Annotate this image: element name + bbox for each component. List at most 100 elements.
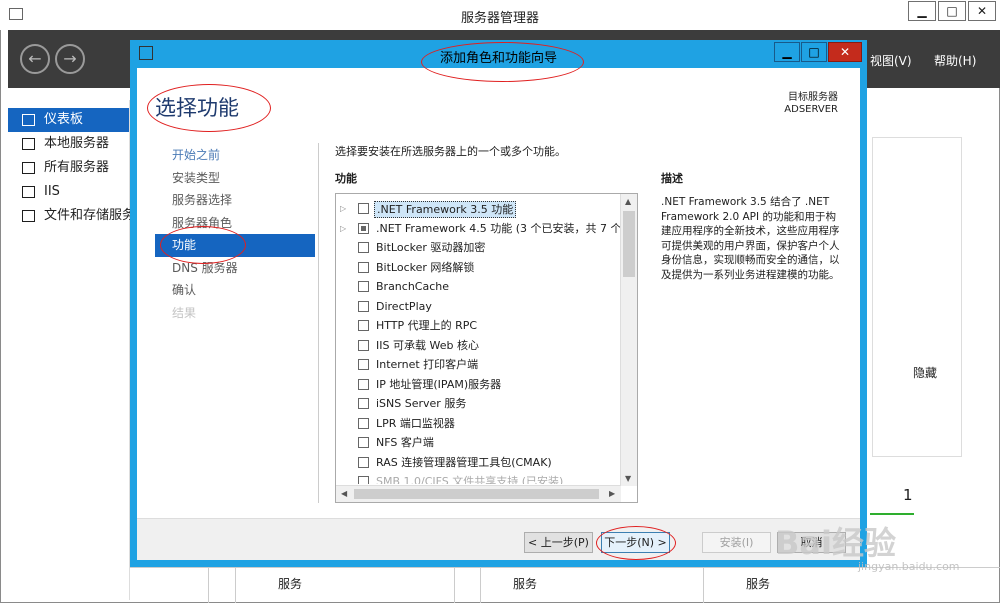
feature-label: IP 地址管理(IPAM)服务器 bbox=[376, 377, 502, 391]
feature-label: HTTP 代理上的 RPC bbox=[376, 319, 478, 332]
feature-checkbox[interactable] bbox=[358, 203, 369, 214]
target-server-label: 目标服务器 bbox=[788, 92, 838, 103]
servers-icon bbox=[22, 162, 35, 174]
expand-arrow-icon[interactable]: ▷ bbox=[340, 199, 346, 219]
divider bbox=[480, 567, 481, 603]
target-server-value: ADSERVER bbox=[784, 104, 838, 115]
main-window-title: 服务器管理器 bbox=[460, 11, 539, 26]
feature-item[interactable]: ▷ .NET Framework 4.5 功能 (3 个已安装，共 7 个) bbox=[336, 219, 626, 239]
feature-item[interactable]: IP 地址管理(IPAM)服务器 bbox=[336, 375, 621, 395]
divider bbox=[703, 567, 704, 603]
forward-arrow-icon[interactable]: → bbox=[55, 44, 85, 74]
expand-arrow-icon[interactable]: ▷ bbox=[340, 219, 346, 239]
feature-checkbox[interactable] bbox=[358, 359, 369, 370]
feature-label: SMB 1.0/CIFS 文件共享支持 (已安装) bbox=[376, 475, 564, 484]
feature-item[interactable]: BitLocker 网络解锁 bbox=[336, 258, 621, 278]
feature-item[interactable]: LPR 端口监视器 bbox=[336, 414, 621, 434]
feature-item[interactable]: ▷ .NET Framework 3.5 功能 bbox=[336, 199, 621, 219]
nav-item-file-storage[interactable]: 文件和存储服务 bbox=[8, 204, 135, 228]
storage-icon bbox=[22, 210, 35, 222]
feature-label: iSNS Server 服务 bbox=[376, 397, 467, 410]
feature-checkbox[interactable] bbox=[358, 261, 369, 273]
step-before-you-begin[interactable]: 开始之前 bbox=[155, 144, 315, 167]
feature-checkbox[interactable] bbox=[358, 476, 369, 484]
feature-checkbox[interactable] bbox=[358, 222, 369, 234]
watermark-brand: 经验 bbox=[831, 524, 896, 562]
minimize-button[interactable]: ▁ bbox=[908, 1, 936, 21]
dialog-close-button[interactable]: ✕ bbox=[828, 42, 862, 62]
feature-item[interactable]: DirectPlay bbox=[336, 297, 621, 317]
menu-help[interactable]: 帮助(H) bbox=[934, 52, 976, 69]
horizontal-scrollbar[interactable]: ◀ ▶ bbox=[336, 485, 621, 502]
watermark-brand: Bai bbox=[775, 524, 832, 562]
status-bar-green bbox=[870, 513, 914, 515]
scroll-right-icon[interactable]: ▶ bbox=[609, 489, 615, 498]
main-titlebar: 服务器管理器 ▁ □ ✕ bbox=[0, 0, 1000, 30]
scroll-thumb[interactable] bbox=[623, 211, 635, 277]
dashboard-icon bbox=[22, 114, 35, 126]
feature-item[interactable]: BitLocker 驱动器加密 bbox=[336, 238, 621, 258]
feature-checkbox[interactable] bbox=[358, 398, 369, 409]
scroll-down-icon[interactable]: ▼ bbox=[625, 474, 631, 483]
install-button: 安装(I) bbox=[702, 532, 771, 553]
iis-icon bbox=[22, 186, 35, 198]
back-arrow-icon[interactable]: ← bbox=[20, 44, 50, 74]
dialog-maximize-button[interactable]: □ bbox=[801, 42, 827, 62]
nav-item-dashboard[interactable]: 仪表板 bbox=[8, 108, 129, 132]
hide-link[interactable]: 隐藏 bbox=[913, 364, 937, 381]
nav-item-local-server[interactable]: 本地服务器 bbox=[8, 132, 129, 156]
instruction-text: 选择要安装在所选服务器上的一个或多个功能。 bbox=[335, 145, 566, 158]
annotation-oval bbox=[421, 42, 584, 82]
step-results: 结果 bbox=[172, 305, 197, 320]
nav-item-iis[interactable]: IIS bbox=[8, 180, 129, 204]
feature-item[interactable]: Internet 打印客户端 bbox=[336, 355, 621, 375]
nav-item-label: IIS bbox=[44, 184, 60, 199]
vertical-scrollbar[interactable]: ▲ ▼ bbox=[620, 194, 637, 486]
maximize-button[interactable]: □ bbox=[938, 1, 966, 21]
feature-label: Internet 打印客户端 bbox=[376, 358, 479, 371]
feature-checkbox[interactable] bbox=[358, 456, 369, 468]
feature-checkbox[interactable] bbox=[358, 281, 369, 292]
feature-checkbox[interactable] bbox=[358, 437, 369, 448]
annotation-oval bbox=[147, 84, 271, 132]
feature-label: RAS 连接管理器管理工具包(CMAK) bbox=[376, 455, 552, 469]
step-confirmation[interactable]: 确认 bbox=[155, 279, 315, 302]
previous-button[interactable]: < 上一步(P) bbox=[524, 532, 593, 553]
divider bbox=[318, 143, 319, 503]
count-value: 1 bbox=[903, 486, 913, 504]
feature-label: BitLocker 网络解锁 bbox=[376, 260, 475, 274]
feature-label: BitLocker 驱动器加密 bbox=[376, 241, 486, 254]
menu-view[interactable]: 视图(V) bbox=[870, 52, 912, 69]
feature-item[interactable]: IIS 可承载 Web 核心 bbox=[336, 336, 621, 356]
feature-item[interactable]: RAS 连接管理器管理工具包(CMAK) bbox=[336, 453, 621, 473]
features-list[interactable]: ▷ .NET Framework 3.5 功能 ▷ .NET Framework 4… bbox=[335, 193, 638, 503]
scroll-thumb[interactable] bbox=[354, 489, 599, 499]
scroll-left-icon[interactable]: ◀ bbox=[341, 489, 347, 498]
feature-label: .NET Framework 4.5 功能 (3 个已安装，共 7 个) bbox=[376, 221, 626, 235]
left-navigation: 仪表板 本地服务器 所有服务器 IIS 文件和存储服务 bbox=[8, 100, 135, 600]
nav-item-all-servers[interactable]: 所有服务器 bbox=[8, 156, 129, 180]
feature-checkbox[interactable] bbox=[358, 339, 369, 351]
feature-checkbox[interactable] bbox=[358, 320, 369, 331]
feature-checkbox[interactable] bbox=[358, 242, 369, 253]
feature-item[interactable]: HTTP 代理上的 RPC bbox=[336, 316, 621, 336]
step-server-selection[interactable]: 服务器选择 bbox=[155, 189, 315, 212]
scroll-up-icon[interactable]: ▲ bbox=[625, 197, 631, 206]
divider bbox=[235, 567, 236, 603]
feature-item[interactable]: BranchCache bbox=[336, 277, 621, 297]
feature-checkbox[interactable] bbox=[358, 300, 369, 312]
feature-item[interactable]: NFS 客户端 bbox=[336, 433, 621, 453]
feature-item[interactable]: iSNS Server 服务 bbox=[336, 394, 621, 414]
step-installation-type[interactable]: 安装类型 bbox=[155, 167, 315, 190]
annotation-oval bbox=[596, 526, 676, 560]
description-text: .NET Framework 3.5 结合了 .NET Framework 2.… bbox=[661, 196, 840, 281]
feature-checkbox[interactable] bbox=[358, 378, 369, 390]
service-label: 服务 bbox=[513, 577, 538, 591]
feature-checkbox[interactable] bbox=[358, 417, 369, 429]
feature-item[interactable]: SMB 1.0/CIFS 文件共享支持 (已安装) bbox=[336, 472, 621, 484]
dialog-minimize-button[interactable]: ▁ bbox=[774, 42, 800, 62]
feature-label: NFS 客户端 bbox=[376, 436, 434, 449]
close-button[interactable]: ✕ bbox=[968, 1, 996, 21]
baidu-watermark: Bai经验 bbox=[775, 518, 896, 564]
nav-item-label: 本地服务器 bbox=[44, 136, 110, 151]
